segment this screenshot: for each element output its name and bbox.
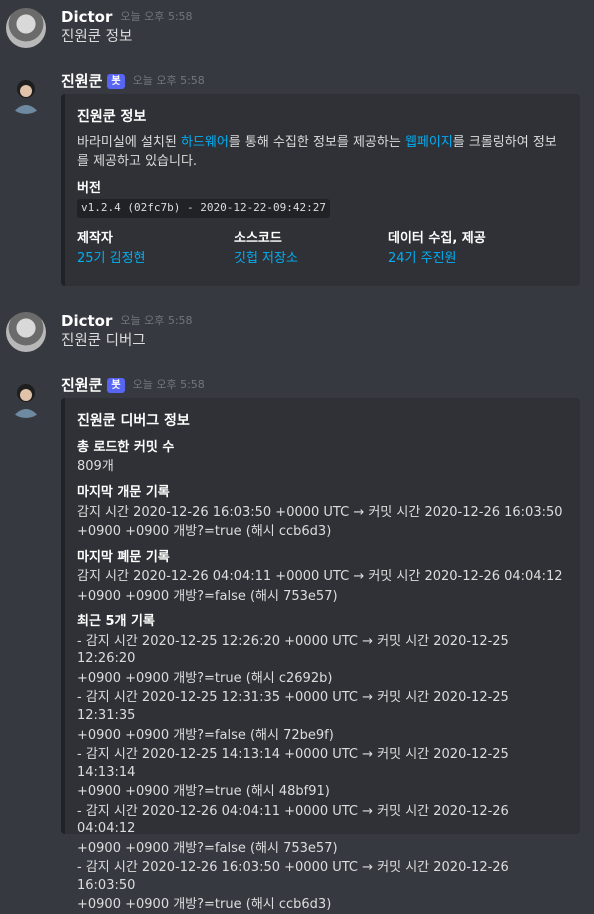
bot-badge: 봇 — [107, 73, 125, 89]
field-line: +0900 +0900 개방?=true (해시 c2692b) — [77, 670, 333, 686]
message-header: 진원쿤 봇 오늘 오후 5:58 — [61, 374, 205, 396]
author-name[interactable]: Dictor — [61, 7, 112, 27]
field-line: - 감지 시간 2020-12-25 12:26:20 +0000 UTC → … — [77, 633, 513, 667]
person-icon — [12, 80, 40, 114]
field-line: - 감지 시간 2020-12-25 12:31:35 +0000 UTC → … — [77, 690, 513, 723]
field-name: 총 로드한 커밋 수 — [77, 439, 175, 455]
field-line: +0900 +0900 개방?=false (해시 753e57) — [77, 840, 338, 856]
field-line: 감지 시간 2020-12-26 16:03:50 +0000 UTC → 커밋… — [77, 504, 563, 520]
field-line: - 감지 시간 2020-12-26 16:03:50 +0000 UTC → … — [77, 860, 513, 893]
timestamp: 오늘 오후 5:58 — [132, 377, 205, 391]
embed-title: 진원쿤 정보 — [77, 109, 147, 125]
field-line: +0900 +0900 개방?=false (해시 72be9f) — [77, 727, 334, 743]
user-avatar[interactable] — [6, 8, 46, 48]
col-name: 제작자 — [77, 230, 113, 246]
hardware-link[interactable]: 하드웨어 — [181, 135, 229, 150]
field-name: 최근 5개 기록 — [77, 614, 155, 630]
author-name[interactable]: Dictor — [61, 311, 112, 331]
person-icon — [12, 384, 40, 418]
version-value-wrap: v1.2.4 (02fc7b) - 2020-12-22-09:42:27 — [77, 199, 568, 218]
embed-columns: 제작자 25기 김정현 소스코드 깃헙 저장소 데이터 수집, 제공 24기 주… — [77, 222, 568, 267]
embed-debug: 진원쿤 디버그 정보 총 로드한 커밋 수 809개 마지막 개문 기록 감지 … — [61, 398, 580, 912]
col-name: 소스코드 — [234, 230, 282, 246]
field-line: 감지 시간 2020-12-26 04:04:11 +0000 UTC → 커밋… — [77, 569, 563, 585]
bot-avatar[interactable] — [6, 74, 46, 114]
field-name: 마지막 개문 기록 — [77, 484, 170, 500]
webpage-link[interactable]: 웹페이지 — [405, 135, 453, 150]
field-line: +0900 +0900 개방?=true (해시 ccb6d3) — [77, 524, 332, 540]
embed-description: 바라미실에 설치된 하드웨어를 통해 수집한 정보를 제공하는 웹페이지를 크롤… — [77, 134, 568, 172]
col-source: 소스코드 깃헙 저장소 — [234, 222, 388, 267]
message-bot-info: 진원쿤 봇 오늘 오후 5:58 진원쿤 정보 바라미실에 설치된 하드웨어를 … — [0, 70, 594, 290]
field-line: 809개 — [77, 459, 114, 475]
embed-info: 진원쿤 정보 바라미실에 설치된 하드웨어를 통해 수집한 정보를 제공하는 웹… — [61, 94, 580, 286]
message-bot-debug: 진원쿤 봇 오늘 오후 5:58 진원쿤 디버그 정보 총 로드한 커밋 수 8… — [0, 374, 594, 912]
desc-text: 를 통해 수집한 정보를 제공하는 — [228, 134, 405, 150]
message-text: 진원쿤 디버그 — [61, 333, 146, 349]
repo-link[interactable]: 깃헙 저장소 — [234, 250, 388, 268]
embed-title: 진원쿤 디버그 정보 — [77, 413, 190, 429]
col-name: 데이터 수집, 제공 — [388, 230, 486, 246]
field-line: - 감지 시간 2020-12-26 04:04:11 +0000 UTC → … — [77, 803, 513, 837]
field-line: +0900 +0900 개방?=false (해시 753e57) — [77, 588, 338, 604]
desc-text: 바라미실에 설치된 — [77, 134, 181, 150]
message-header: 진원쿤 봇 오늘 오후 5:58 — [61, 70, 205, 92]
data-provider-link[interactable]: 24기 주진원 — [388, 250, 486, 268]
field-name: 마지막 폐문 기록 — [77, 549, 170, 565]
timestamp: 오늘 오후 5:58 — [120, 313, 193, 327]
author-name[interactable]: 진원쿤 — [61, 375, 102, 395]
col-author: 제작자 25기 김정현 — [77, 222, 234, 267]
user-avatar[interactable] — [6, 312, 46, 352]
author-name[interactable]: 진원쿤 — [61, 71, 102, 91]
col-data: 데이터 수집, 제공 24기 주진원 — [388, 222, 486, 267]
message-dictor-1: Dictor 오늘 오후 5:58 진원쿤 정보 — [0, 6, 594, 56]
field-line: +0900 +0900 개방?=true (해시 ccb6d3) — [77, 897, 332, 913]
timestamp: 오늘 오후 5:58 — [132, 73, 205, 87]
author-link[interactable]: 25기 김정현 — [77, 250, 234, 268]
field-line: - 감지 시간 2020-12-25 14:13:14 +0000 UTC → … — [77, 747, 513, 780]
message-header: Dictor 오늘 오후 5:58 — [61, 310, 193, 332]
message-dictor-2: Dictor 오늘 오후 5:58 진원쿤 디버그 — [0, 310, 594, 360]
message-text: 진원쿤 정보 — [61, 29, 133, 45]
field-line: +0900 +0900 개방?=true (해시 48bf91) — [77, 784, 330, 800]
timestamp: 오늘 오후 5:58 — [120, 9, 193, 23]
version-label: 버전 — [77, 180, 101, 196]
bot-badge: 봇 — [107, 377, 125, 393]
message-header: Dictor 오늘 오후 5:58 — [61, 6, 193, 28]
version-code: v1.2.4 (02fc7b) - 2020-12-22-09:42:27 — [77, 199, 331, 218]
bot-avatar[interactable] — [6, 378, 46, 418]
